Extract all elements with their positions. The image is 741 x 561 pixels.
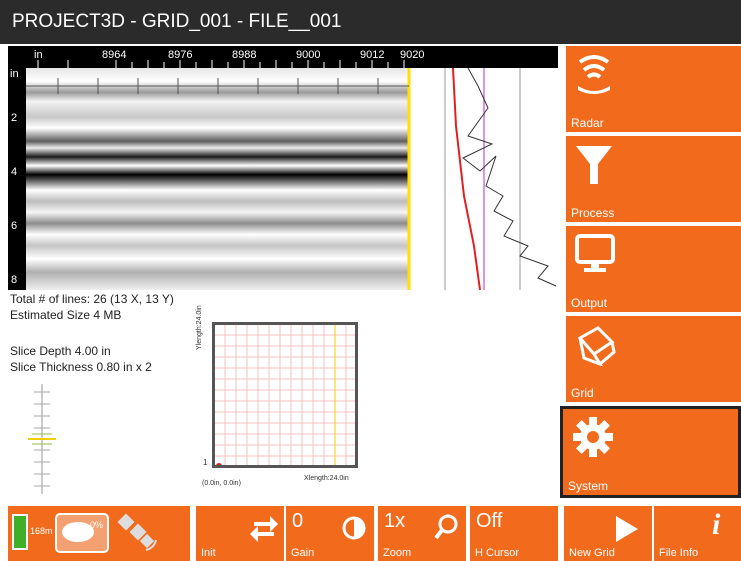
h-cursor-button[interactable]: Off H Cursor — [470, 506, 558, 561]
depth-tick-label: 6 — [11, 220, 18, 232]
zoom-value: 1x — [384, 510, 406, 532]
window-title: PROJECT3D - GRID_001 - FILE__001 — [12, 11, 342, 32]
init-label: Init — [201, 547, 216, 559]
file-info-button[interactable]: i File Info — [654, 506, 741, 561]
disk-usage: 0% — [90, 520, 104, 530]
x-tick-label: 9012 — [360, 49, 385, 61]
system-menu-label: System — [568, 479, 609, 493]
radar-menu-label: Radar — [571, 116, 604, 130]
zoom-button[interactable]: 1x Zoom — [378, 506, 466, 561]
gear-icon — [573, 417, 613, 457]
depth-tick-label: 8 — [11, 274, 18, 286]
file-info-label: File Info — [659, 547, 699, 559]
x-tick-label: 8976 — [168, 49, 193, 61]
grid-x-length-label: Xlength:24.0in — [304, 475, 349, 482]
grid-menu-label: Grid — [571, 386, 594, 400]
depth-tick-label: 2 — [11, 112, 18, 124]
depth-axis-unit: in — [10, 68, 19, 80]
depth-ruler: in 2 4 6 8 — [8, 68, 26, 290]
x-tick-label: 8988 — [232, 49, 257, 61]
new-grid-button[interactable]: New Grid — [564, 506, 652, 561]
gain-value: 0 — [292, 510, 304, 532]
output-menu-label: Output — [571, 296, 608, 310]
x-tick-label: 9000 — [296, 49, 321, 61]
slice-depth-text: Slice Depth 4.00 in — [10, 344, 111, 358]
slice-depth-slider[interactable] — [22, 384, 62, 494]
disk-icon — [55, 513, 109, 553]
x-axis-unit: in — [34, 49, 43, 61]
gain-label: Gain — [291, 547, 315, 559]
depth-tick-label: 4 — [11, 166, 18, 178]
slice-thickness-text: Slice Thickness 0.80 in x 2 — [10, 360, 152, 374]
h-cursor-label: H Cursor — [475, 547, 520, 559]
swap-icon — [250, 516, 278, 542]
output-menu-button[interactable]: Output — [566, 226, 741, 312]
h-cursor-value: Off — [476, 510, 503, 532]
system-menu-button[interactable]: System — [560, 406, 741, 498]
grid-preview[interactable] — [212, 322, 358, 468]
radar-icon — [578, 55, 610, 94]
radar-menu-button[interactable]: Radar — [566, 46, 741, 132]
process-menu-button[interactable]: Process — [566, 136, 741, 222]
grid-origin-label: (0.0in, 0.0in) — [202, 480, 241, 487]
process-menu-label: Process — [571, 206, 615, 220]
grid-menu-button[interactable]: Grid — [566, 316, 741, 402]
estimated-size-text: Estimated Size 4 MB — [10, 308, 122, 322]
radargram — [8, 46, 558, 290]
new-grid-label: New Grid — [569, 547, 615, 559]
init-button[interactable]: Init — [196, 506, 284, 561]
zoom-label: Zoom — [383, 547, 412, 559]
grid-y-length-label: Ylength:24.0in — [196, 305, 203, 350]
x-tick-label: 9020 — [400, 49, 425, 61]
battery-level: 168m — [30, 526, 53, 536]
info-icon: i — [712, 508, 721, 541]
contrast-icon — [342, 516, 366, 540]
cube-icon — [577, 326, 616, 366]
radar-scan-view[interactable]: in 8964 8976 8988 9000 9012 9020 in 2 4 … — [8, 46, 558, 290]
grid-corner-number: 1 — [203, 458, 208, 467]
magnifier-icon — [434, 514, 458, 540]
monitor-icon — [575, 234, 615, 272]
play-icon — [616, 516, 638, 542]
funnel-icon — [576, 146, 612, 184]
battery-icon — [12, 514, 28, 550]
status-panel: 168m 0% — [8, 506, 190, 561]
gain-button[interactable]: 0 Gain — [286, 506, 374, 561]
gps-satellite-icon — [117, 513, 157, 551]
window-title-bar: PROJECT3D - GRID_001 - FILE__001 — [0, 0, 741, 44]
total-lines-text: Total # of lines: 26 (13 X, 13 Y) — [10, 292, 174, 306]
x-tick-label: 8964 — [102, 49, 127, 61]
